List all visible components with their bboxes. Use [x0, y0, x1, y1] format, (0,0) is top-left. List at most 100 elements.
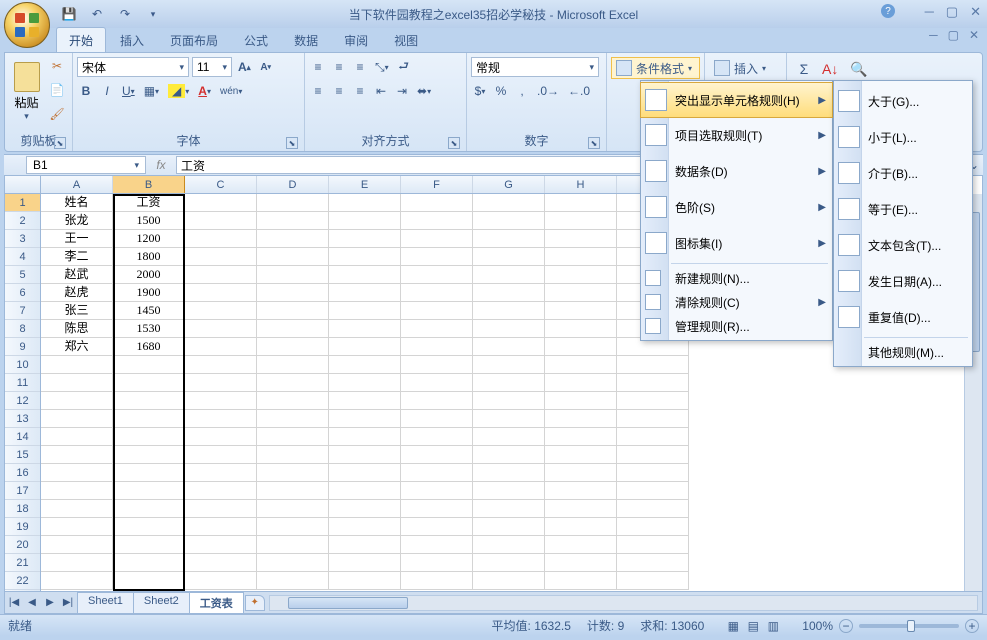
select-all-corner[interactable]	[5, 176, 41, 194]
row-header-19[interactable]: 19	[5, 518, 40, 536]
row-header-8[interactable]: 8	[5, 320, 40, 338]
col-header-E[interactable]: E	[329, 176, 401, 193]
cell-A20[interactable]	[41, 536, 113, 554]
between-item[interactable]: 介于(B)...	[834, 155, 972, 191]
cell-D21[interactable]	[257, 554, 329, 572]
cell-E3[interactable]	[329, 230, 401, 248]
cell-I13[interactable]	[617, 410, 689, 428]
cell-H12[interactable]	[545, 392, 617, 410]
cell-G1[interactable]	[473, 194, 545, 212]
cell-B16[interactable]	[113, 464, 185, 482]
name-box[interactable]: B1▾	[26, 156, 146, 174]
cell-C13[interactable]	[185, 410, 257, 428]
cell-D5[interactable]	[257, 266, 329, 284]
cell-H2[interactable]	[545, 212, 617, 230]
cell-A10[interactable]	[41, 356, 113, 374]
zoom-in-button[interactable]: +	[965, 619, 979, 633]
col-header-D[interactable]: D	[257, 176, 329, 193]
border-button[interactable]: ▦ ▾	[141, 81, 162, 101]
cell-F9[interactable]	[401, 338, 473, 356]
conditional-format-button[interactable]: 条件格式 ▾	[611, 57, 700, 79]
cell-I12[interactable]	[617, 392, 689, 410]
cell-F1[interactable]	[401, 194, 473, 212]
decrease-decimal-icon[interactable]: ←.0	[565, 81, 593, 101]
cell-E19[interactable]	[329, 518, 401, 536]
increase-indent-icon[interactable]: ⇥	[393, 81, 411, 101]
cell-D13[interactable]	[257, 410, 329, 428]
cell-B22[interactable]	[113, 572, 185, 590]
sheet-tab-0[interactable]: Sheet1	[77, 592, 134, 613]
cell-B15[interactable]	[113, 446, 185, 464]
page-break-view-icon[interactable]: ▥	[764, 616, 782, 636]
phonetic-button[interactable]: wén ▾	[217, 81, 245, 101]
cell-F10[interactable]	[401, 356, 473, 374]
ribbon-tab-0[interactable]: 开始	[56, 27, 106, 52]
cell-F15[interactable]	[401, 446, 473, 464]
cell-I15[interactable]	[617, 446, 689, 464]
cell-F19[interactable]	[401, 518, 473, 536]
cell-G2[interactable]	[473, 212, 545, 230]
cell-D19[interactable]	[257, 518, 329, 536]
cell-C19[interactable]	[185, 518, 257, 536]
row-header-21[interactable]: 21	[5, 554, 40, 572]
row-header-7[interactable]: 7	[5, 302, 40, 320]
cell-G22[interactable]	[473, 572, 545, 590]
equal-to-item[interactable]: 等于(E)...	[834, 191, 972, 227]
cell-D18[interactable]	[257, 500, 329, 518]
cell-C1[interactable]	[185, 194, 257, 212]
cell-H10[interactable]	[545, 356, 617, 374]
cell-H7[interactable]	[545, 302, 617, 320]
align-top-icon[interactable]: ≡	[309, 57, 327, 77]
row-header-3[interactable]: 3	[5, 230, 40, 248]
cell-F5[interactable]	[401, 266, 473, 284]
cell-I10[interactable]	[617, 356, 689, 374]
doc-minimize-button[interactable]: ─	[929, 28, 938, 42]
cell-H3[interactable]	[545, 230, 617, 248]
ribbon-tab-2[interactable]: 页面布局	[158, 28, 230, 52]
cell-A6[interactable]: 赵虎	[41, 284, 113, 302]
cell-C6[interactable]	[185, 284, 257, 302]
office-button[interactable]	[4, 2, 50, 48]
cell-C11[interactable]	[185, 374, 257, 392]
cell-E17[interactable]	[329, 482, 401, 500]
cell-B18[interactable]	[113, 500, 185, 518]
more-rules-item[interactable]: 其他规则(M)...	[834, 340, 972, 364]
cell-A15[interactable]	[41, 446, 113, 464]
cell-B1[interactable]: 工资	[113, 194, 185, 212]
cell-F18[interactable]	[401, 500, 473, 518]
cell-A12[interactable]	[41, 392, 113, 410]
align-left-icon[interactable]: ≡	[309, 81, 327, 101]
cell-A7[interactable]: 张三	[41, 302, 113, 320]
row-header-1[interactable]: 1	[5, 194, 40, 212]
wrap-text-icon[interactable]: ⮐	[395, 57, 413, 77]
cell-H8[interactable]	[545, 320, 617, 338]
decrease-font-icon[interactable]: A▾	[257, 57, 275, 77]
cell-D22[interactable]	[257, 572, 329, 590]
top-bottom-rules-item[interactable]: 项目选取规则(T)▶	[641, 117, 832, 153]
cell-G6[interactable]	[473, 284, 545, 302]
cell-C12[interactable]	[185, 392, 257, 410]
italic-button[interactable]: I	[98, 81, 116, 101]
cell-G18[interactable]	[473, 500, 545, 518]
cell-A18[interactable]	[41, 500, 113, 518]
fill-color-button[interactable]: ◢ ▾	[165, 81, 192, 101]
cell-C10[interactable]	[185, 356, 257, 374]
cell-I20[interactable]	[617, 536, 689, 554]
cell-A16[interactable]	[41, 464, 113, 482]
col-header-B[interactable]: B	[113, 176, 185, 193]
cell-F13[interactable]	[401, 410, 473, 428]
cell-D8[interactable]	[257, 320, 329, 338]
add-sheet-button[interactable]: ✦	[245, 595, 265, 611]
redo-icon[interactable]: ↷	[114, 3, 136, 25]
cell-A1[interactable]: 姓名	[41, 194, 113, 212]
align-right-icon[interactable]: ≡	[351, 81, 369, 101]
cell-H9[interactable]	[545, 338, 617, 356]
cell-A21[interactable]	[41, 554, 113, 572]
cell-G7[interactable]	[473, 302, 545, 320]
row-header-22[interactable]: 22	[5, 572, 40, 590]
copy-icon[interactable]: 📄	[46, 79, 68, 101]
font-name-combo[interactable]: 宋体▾	[77, 57, 189, 77]
highlight-cells-rules-item[interactable]: 突出显示单元格规则(H)▶	[640, 82, 833, 118]
cell-G16[interactable]	[473, 464, 545, 482]
cell-D15[interactable]	[257, 446, 329, 464]
